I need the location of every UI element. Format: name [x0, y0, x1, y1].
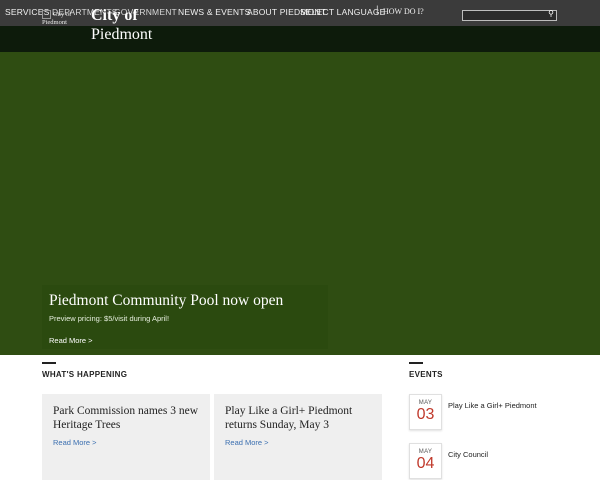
news-card-title[interactable]: Play Like a Girl+ Piedmont returns Sunda… [225, 404, 375, 432]
logo-band [0, 26, 600, 52]
search-icon[interactable]: ⚲ [548, 9, 554, 18]
news-card[interactable]: Park Commission names 3 new Heritage Tre… [42, 394, 210, 480]
broken-image-icon [42, 10, 51, 19]
news-card-read-more-link[interactable]: Read More > [53, 438, 97, 447]
hero-subtitle: Preview pricing: $5/visit during April! [49, 314, 170, 323]
how-do-i-button[interactable]: HOW DO I? [383, 7, 424, 16]
site-title-line-2: Piedmont [91, 26, 153, 43]
search-input[interactable]: ⚲ [462, 9, 557, 21]
news-card-read-more-link[interactable]: Read More > [225, 438, 269, 447]
section-accent-bar [42, 362, 56, 364]
whats-happening-heading: WHAT'S HAPPENING [42, 370, 128, 379]
event-day: 04 [416, 455, 435, 472]
news-card-title[interactable]: Park Commission names 3 new Heritage Tre… [53, 404, 203, 432]
hero-banner: Piedmont Community Pool now open Preview… [0, 52, 600, 355]
events-heading: EVENTS [409, 370, 443, 379]
nav-separator: | [376, 5, 379, 16]
event-day: 03 [416, 406, 435, 423]
city-logo[interactable]: City of Piedmont [42, 10, 92, 27]
nav-item-news-events[interactable]: NEWS & EVENTS [178, 7, 251, 17]
event-title-link[interactable]: Play Like a Girl+ Piedmont [448, 401, 537, 410]
event-date-badge: MAY 03 [409, 394, 442, 430]
section-accent-bar [409, 362, 423, 364]
hero-read-more-link[interactable]: Read More > [49, 336, 93, 345]
news-card[interactable]: Play Like a Girl+ Piedmont returns Sunda… [214, 394, 382, 480]
event-date-badge: MAY 04 [409, 443, 442, 479]
event-title-link[interactable]: City Council [448, 450, 488, 459]
site-title-line-1: City of [91, 7, 138, 24]
select-language-button[interactable]: SELECT LANGUAGE [300, 7, 386, 17]
hero-title: Piedmont Community Pool now open [49, 292, 284, 309]
site-title[interactable]: City of Piedmont [91, 6, 152, 44]
